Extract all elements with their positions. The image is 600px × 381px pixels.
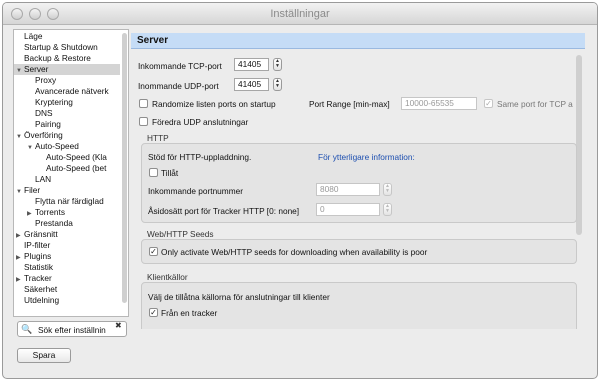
sidebar-item[interactable]: ▶ Tracker — [14, 273, 120, 284]
webseeds-poor-availability-label: Only activate Web/HTTP seeds for downloa… — [161, 247, 428, 257]
sidebar-item-label: Auto-Speed (Kla — [46, 152, 107, 162]
sidebar-item-label: Utdelning — [24, 295, 60, 305]
tracker-port-override-label: Åsidosätt port för Tracker HTTP [0: none… — [148, 206, 300, 216]
sidebar-item[interactable]: Prestanda — [14, 218, 120, 229]
randomize-ports-label: Randomize listen ports on startup — [152, 99, 276, 109]
http-incoming-port-label: Inkommande portnummer — [148, 186, 243, 196]
sidebar-item[interactable]: Säkerhet — [14, 284, 120, 295]
settings-tree[interactable]: Läge Startup & Shutdown Backup & Restore ▼ S… — [13, 29, 129, 317]
sidebar-item-label: Pairing — [35, 119, 61, 129]
http-support-label: Stöd för HTTP-uppladdning. — [148, 152, 252, 162]
http-incoming-port-input[interactable]: 8080 — [316, 183, 380, 196]
sidebar-item[interactable]: Läge — [14, 31, 120, 42]
sidebar-item-label: Överföring — [24, 130, 63, 140]
prefer-udp-checkbox[interactable] — [139, 117, 148, 126]
sidebar-item-label: Auto-Speed (bet — [46, 163, 107, 173]
tracker-port-override-input[interactable]: 0 — [316, 203, 380, 216]
sidebar-item[interactable]: ▼ Filer — [14, 185, 120, 196]
tcp-port-label: Inkommande TCP-port — [138, 61, 222, 71]
sidebar-item[interactable]: ▶ Plugins — [14, 251, 120, 262]
sidebar-item[interactable]: Utdelning — [14, 295, 120, 306]
sidebar-item-label: Avancerade nätverk — [35, 86, 109, 96]
sidebar-item[interactable]: LAN — [14, 174, 120, 185]
sidebar-item-label: Tracker — [24, 273, 52, 283]
server-panel: Server Inkommande TCP-port 41405 ▲ ▼ Inom… — [131, 33, 585, 329]
udp-port-label: Inommande UDP-port — [138, 81, 219, 91]
sidebar-item[interactable]: Proxy — [14, 75, 120, 86]
sidebar-item-label: Kryptering — [35, 97, 73, 107]
sidebar-item-label: Plugins — [24, 251, 52, 261]
sources-description: Välj de tillåtna källorna för anslutning… — [148, 292, 330, 302]
sidebar-item[interactable]: Backup & Restore — [14, 53, 120, 64]
sidebar-item[interactable]: ▶ Torrents — [14, 207, 120, 218]
sidebar-item[interactable]: DNS — [14, 108, 120, 119]
tracker-port-override-stepper[interactable]: ▲ ▼ — [383, 203, 392, 216]
save-button[interactable]: Spara — [17, 348, 71, 363]
sidebar-item-label: Statistik — [24, 262, 54, 272]
sidebar-item-label: Auto-Speed — [35, 141, 79, 151]
sidebar-item-label: LAN — [35, 174, 52, 184]
sidebar-item[interactable]: Pairing — [14, 119, 120, 130]
randomize-ports-checkbox[interactable] — [139, 99, 148, 108]
magnifier-icon: 🔍 — [21, 324, 33, 334]
sidebar-item-label: IP-filter — [24, 240, 51, 250]
sidebar-item-label: Torrents — [35, 207, 65, 217]
udp-port-input[interactable]: 41405 — [234, 78, 269, 91]
http-incoming-port-stepper[interactable]: ▲ ▼ — [383, 183, 392, 196]
sidebar-item-label: Läge — [24, 31, 43, 41]
sidebar-item[interactable]: ▼ Överföring — [14, 130, 120, 141]
http-allow-checkbox[interactable] — [149, 168, 158, 177]
sidebar-scrollbar[interactable] — [122, 33, 127, 303]
sidebar-item[interactable]: ▶ Gränsnitt — [14, 229, 120, 240]
sidebar-item[interactable]: Kryptering — [14, 97, 120, 108]
sidebar-item[interactable]: Auto-Speed (Kla — [14, 152, 120, 163]
sidebar-item-label: DNS — [35, 108, 53, 118]
sidebar-item-label: Gränsnitt — [24, 229, 58, 239]
sidebar-item[interactable]: IP-filter — [14, 240, 120, 251]
webseeds-group-title: Web/HTTP Seeds — [147, 229, 214, 239]
sidebar-item[interactable]: Avancerade nätverk — [14, 86, 120, 97]
sidebar-item[interactable]: Startup & Shutdown — [14, 42, 120, 53]
sources-group: Välj de tillåtna källorna för anslutning… — [141, 282, 577, 329]
settings-search-input[interactable]: 🔍 Sök efter inställnin — [17, 321, 127, 337]
port-range-input[interactable]: 10000-65535 — [401, 97, 477, 110]
sidebar-item-label: Flytta när färdiglad — [35, 196, 104, 206]
source-tracker-label: Från en tracker — [161, 308, 218, 318]
tcp-port-stepper[interactable]: ▲ ▼ — [273, 58, 282, 71]
prefer-udp-label: Föredra UDP anslutningar — [152, 117, 249, 127]
same-port-label: Same port for TCP a — [497, 99, 573, 109]
source-tracker-checkbox[interactable]: ✓ — [149, 308, 158, 317]
http-group-title: HTTP — [147, 133, 169, 143]
sidebar-item[interactable]: Statistik — [14, 262, 120, 273]
window-title: Inställningar — [270, 8, 330, 20]
sidebar-item-label: Filer — [24, 185, 41, 195]
sidebar-item[interactable]: ▼ Server — [14, 64, 120, 75]
sidebar-item-label: Backup & Restore — [24, 53, 91, 63]
sidebar-item[interactable]: Flytta när färdiglad — [14, 196, 120, 207]
panel-title: Server — [137, 35, 169, 46]
sidebar-item[interactable]: Auto-Speed (bet — [14, 163, 120, 174]
sidebar-item-label: Startup & Shutdown — [24, 42, 98, 52]
sidebar-item[interactable]: ▼ Auto-Speed — [14, 141, 120, 152]
sidebar-item-label: Proxy — [35, 75, 57, 85]
http-group: Stöd för HTTP-uppladdning. För ytterliga… — [141, 143, 577, 223]
tcp-port-input[interactable]: 41405 — [234, 58, 269, 71]
webseeds-group: ✓ Only activate Web/HTTP seeds for downl… — [141, 239, 577, 264]
sidebar-item-label: Server — [24, 64, 49, 74]
panel-header: Server — [131, 33, 585, 49]
webseeds-poor-availability-checkbox[interactable]: ✓ — [149, 247, 158, 256]
sources-group-title: Klientkällor — [147, 272, 188, 282]
sidebar-item-label: Prestanda — [35, 218, 73, 228]
http-info-link[interactable]: För ytterligare information: — [318, 152, 415, 162]
same-port-checkbox[interactable]: ✓ — [484, 99, 493, 108]
preferences-window: Inställningar Läge Startup & Shutdown Back… — [2, 2, 598, 379]
http-allow-label: Tillåt — [161, 168, 179, 178]
search-value: Sök efter inställnin — [38, 325, 106, 335]
sidebar-item-label: Säkerhet — [24, 284, 58, 294]
clear-search-icon[interactable]: ✖ — [115, 321, 122, 330]
title-bar: Inställningar — [3, 3, 597, 25]
udp-port-stepper[interactable]: ▲ ▼ — [273, 78, 282, 91]
port-range-label: Port Range [min-max] — [309, 99, 390, 109]
